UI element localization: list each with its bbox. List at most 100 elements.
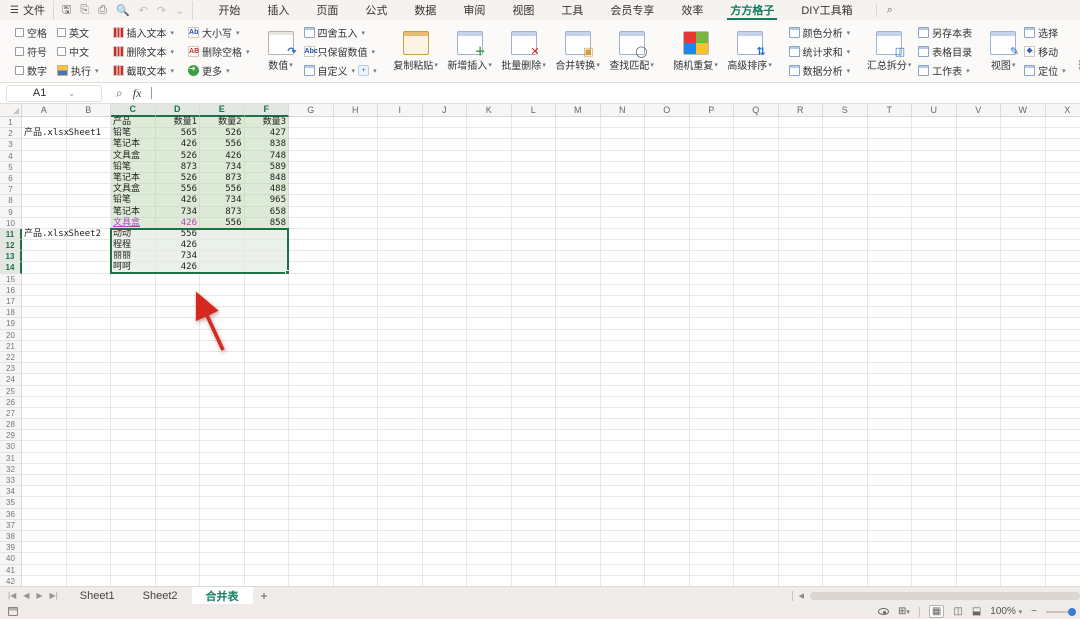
cell-B41[interactable] [67, 565, 112, 576]
zoom-level[interactable]: 100% ▾ [990, 606, 1022, 617]
cell-K3[interactable] [467, 139, 512, 150]
cell-A14[interactable] [22, 262, 67, 273]
row-header-11[interactable]: 11 [0, 229, 22, 240]
cell-Q37[interactable] [734, 520, 779, 531]
cell-Q6[interactable] [734, 173, 779, 184]
cell-O42[interactable] [645, 576, 690, 586]
cell-A31[interactable] [22, 453, 67, 464]
cell-M24[interactable] [556, 374, 601, 385]
cell-S15[interactable] [823, 274, 868, 285]
cell-F14[interactable] [245, 262, 290, 273]
row-header-35[interactable]: 35 [0, 497, 22, 508]
cell-W21[interactable] [1001, 341, 1046, 352]
cell-J9[interactable] [423, 207, 468, 218]
cell-U39[interactable] [912, 542, 957, 553]
cell-G10[interactable] [289, 218, 334, 229]
cell-M28[interactable] [556, 419, 601, 430]
cell-L42[interactable] [512, 576, 557, 586]
cell-J39[interactable] [423, 542, 468, 553]
cell-X31[interactable] [1046, 453, 1080, 464]
find-match-button[interactable]: ◯查找匹配▾ [607, 31, 657, 72]
cell-J30[interactable] [423, 441, 468, 452]
cell-L28[interactable] [512, 419, 557, 430]
cell-L21[interactable] [512, 341, 557, 352]
cell-P41[interactable] [690, 565, 735, 576]
cell-J41[interactable] [423, 565, 468, 576]
cell-I37[interactable] [378, 520, 423, 531]
cell-I1[interactable] [378, 117, 423, 128]
cell-R24[interactable] [779, 374, 824, 385]
cell-X12[interactable] [1046, 240, 1080, 251]
cell-I17[interactable] [378, 296, 423, 307]
cell-F24[interactable] [245, 374, 290, 385]
cell-R37[interactable] [779, 520, 824, 531]
sheet-tab-sheet1[interactable]: Sheet1 [66, 587, 129, 604]
cell-J36[interactable] [423, 509, 468, 520]
cell-U37[interactable] [912, 520, 957, 531]
cell-G42[interactable] [289, 576, 334, 586]
cell-C33[interactable] [111, 475, 156, 486]
cell-L36[interactable] [512, 509, 557, 520]
cell-D26[interactable] [156, 397, 201, 408]
cell-F37[interactable] [245, 520, 290, 531]
cell-H14[interactable] [334, 262, 379, 273]
cell-J27[interactable] [423, 408, 468, 419]
cell-R36[interactable] [779, 509, 824, 520]
column-header-N[interactable]: N [601, 104, 646, 117]
cell-L29[interactable] [512, 430, 557, 441]
cell-X14[interactable] [1046, 262, 1080, 273]
cell-U25[interactable] [912, 386, 957, 397]
cell-A41[interactable] [22, 565, 67, 576]
cell-V8[interactable] [957, 195, 1002, 206]
cell-B32[interactable] [67, 464, 112, 475]
cell-X22[interactable] [1046, 352, 1080, 363]
cell-N41[interactable] [601, 565, 646, 576]
cell-B22[interactable] [67, 352, 112, 363]
cell-V24[interactable] [957, 374, 1002, 385]
cell-A16[interactable] [22, 285, 67, 296]
cell-B27[interactable] [67, 408, 112, 419]
cell-P8[interactable] [690, 195, 735, 206]
cell-S12[interactable] [823, 240, 868, 251]
cell-D31[interactable] [156, 453, 201, 464]
cell-Q32[interactable] [734, 464, 779, 475]
column-header-D[interactable]: D [156, 104, 201, 117]
cell-V11[interactable] [957, 229, 1002, 240]
cell-B3[interactable] [67, 139, 112, 150]
cell-G41[interactable] [289, 565, 334, 576]
cell-E15[interactable] [200, 274, 245, 285]
cell-U28[interactable] [912, 419, 957, 430]
cell-X35[interactable] [1046, 497, 1080, 508]
cell-P23[interactable] [690, 363, 735, 374]
cell-D20[interactable] [156, 330, 201, 341]
cell-W29[interactable] [1001, 430, 1046, 441]
cell-J12[interactable] [423, 240, 468, 251]
cell-A30[interactable] [22, 441, 67, 452]
cell-K35[interactable] [467, 497, 512, 508]
cell-I34[interactable] [378, 486, 423, 497]
copy-paste-button[interactable]: 复制粘贴▾ [391, 31, 441, 72]
cell-F30[interactable] [245, 441, 290, 452]
cell-N26[interactable] [601, 397, 646, 408]
cell-S32[interactable] [823, 464, 868, 475]
cell-O21[interactable] [645, 341, 690, 352]
cell-L23[interactable] [512, 363, 557, 374]
cell-W34[interactable] [1001, 486, 1046, 497]
cell-D32[interactable] [156, 464, 201, 475]
cell-S24[interactable] [823, 374, 868, 385]
cell-O29[interactable] [645, 430, 690, 441]
cell-K8[interactable] [467, 195, 512, 206]
cell-F15[interactable] [245, 274, 290, 285]
cell-I27[interactable] [378, 408, 423, 419]
cell-L22[interactable] [512, 352, 557, 363]
cell-P26[interactable] [690, 397, 735, 408]
cell-E24[interactable] [200, 374, 245, 385]
cell-X11[interactable] [1046, 229, 1080, 240]
cell-X27[interactable] [1046, 408, 1080, 419]
cell-U14[interactable] [912, 262, 957, 273]
cell-O8[interactable] [645, 195, 690, 206]
cell-M1[interactable] [556, 117, 601, 128]
cell-P1[interactable] [690, 117, 735, 128]
cell-B15[interactable] [67, 274, 112, 285]
cell-G35[interactable] [289, 497, 334, 508]
